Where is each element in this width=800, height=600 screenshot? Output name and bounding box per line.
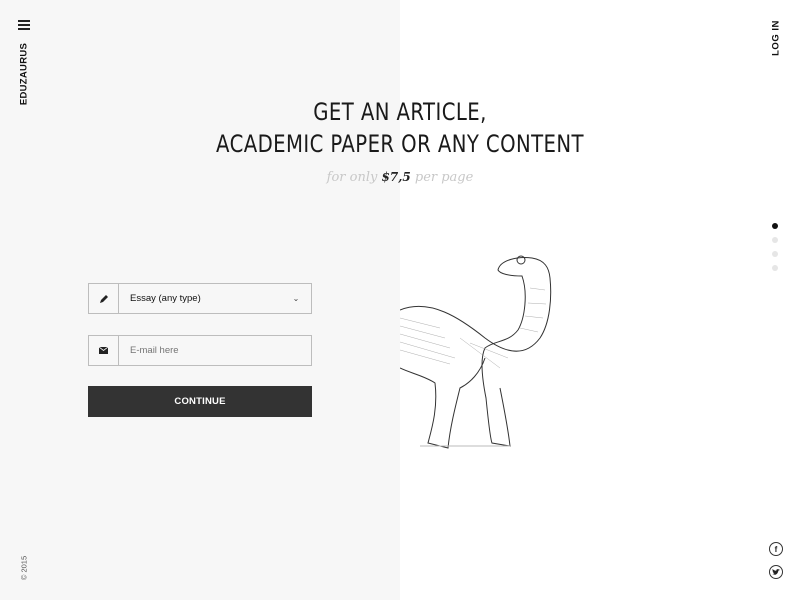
envelope-icon <box>89 336 119 365</box>
pagination-dot[interactable] <box>772 265 778 271</box>
login-link[interactable]: LOG IN <box>771 20 782 56</box>
tagline-prefix: for only <box>326 170 378 185</box>
headline-line-2: ACADEMIC PAPER OR ANY CONTENT <box>216 130 584 158</box>
section-pagination <box>772 223 778 279</box>
pagination-dot[interactable] <box>772 223 778 229</box>
page-title: GET AN ARTICLE, ACADEMIC PAPER OR ANY CO… <box>72 96 728 160</box>
price-value: $7,5 <box>381 170 411 184</box>
pen-icon <box>89 284 119 313</box>
brand-logo[interactable]: EDUZAURUS <box>19 43 30 105</box>
facebook-icon[interactable]: f <box>769 542 783 556</box>
paper-type-select[interactable]: Essay (any type) ⌄ <box>88 283 312 314</box>
paper-type-value: Essay (any type) <box>130 293 201 304</box>
pagination-dot[interactable] <box>772 251 778 257</box>
copyright: © 2015 <box>19 555 29 581</box>
headline-line-1: GET AN ARTICLE, <box>313 98 487 126</box>
price-tagline: for only $7,5 per page <box>0 170 800 185</box>
pagination-dot[interactable] <box>772 237 778 243</box>
dinosaur-illustration <box>400 255 552 449</box>
twitter-icon[interactable] <box>769 565 783 579</box>
chevron-down-icon: ⌄ <box>292 294 300 303</box>
tagline-suffix: per page <box>414 170 474 185</box>
hamburger-menu-icon[interactable] <box>18 20 30 31</box>
continue-button[interactable]: CONTINUE <box>88 386 312 417</box>
email-input[interactable] <box>119 344 311 357</box>
email-field-wrapper <box>88 335 312 366</box>
